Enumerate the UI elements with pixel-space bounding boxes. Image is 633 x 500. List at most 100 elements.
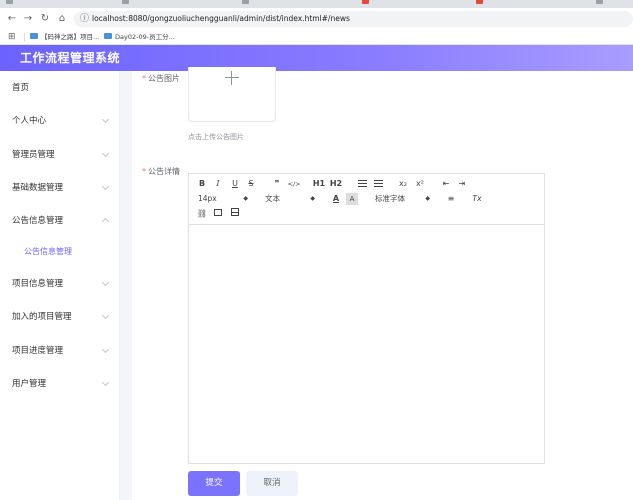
- chevron-down-icon: [101, 311, 110, 320]
- url-field[interactable]: ⓘ localhost:8080/gongzuoliuchengguanli/a…: [74, 11, 633, 27]
- plus-icon: [225, 71, 239, 85]
- sidebar-item-label: 公告信息管理: [12, 216, 64, 226]
- sidebar-item-label: 管理员管理: [12, 150, 55, 160]
- bullet-list-button[interactable]: [372, 180, 384, 192]
- image-label-text: 公告图片: [148, 74, 180, 83]
- app-header: 工作流程管理系统: [0, 45, 633, 71]
- browser-tab[interactable]: ────────: [122, 0, 166, 6]
- code-block-button[interactable]: </>: [287, 178, 301, 190]
- outdent-icon[interactable]: ⇤: [440, 178, 452, 190]
- reload-icon[interactable]: ↻: [39, 13, 51, 25]
- cancel-button[interactable]: 取消: [246, 471, 298, 496]
- italic-button[interactable]: I: [212, 178, 224, 190]
- bookmarks-bar: ⊞ 【码神之路】项目... Day02-09-员工分...: [0, 30, 633, 45]
- home-icon[interactable]: ⌂: [56, 13, 68, 25]
- sidebar-item-label: 公告信息管理: [24, 247, 72, 256]
- header-select[interactable]: 文本 ◆: [265, 193, 315, 205]
- sidebar-menu: 首页 个人中心 管理员管理 基础数据管理 公告信息管理 公告信息管理 项目信息管…: [0, 71, 120, 500]
- folder-icon: [30, 33, 38, 39]
- sidebar-item-admins[interactable]: 管理员管理: [0, 144, 120, 166]
- required-mark: *: [142, 74, 146, 83]
- superscript-button[interactable]: x²: [414, 178, 426, 190]
- video-icon: [231, 208, 239, 216]
- sidebar-item-home[interactable]: 首页: [0, 77, 120, 99]
- sidebar-item-label: 基础数据管理: [12, 183, 64, 193]
- ordered-list-icon: [357, 180, 367, 188]
- clear-format-button[interactable]: Tx: [471, 193, 483, 205]
- editor-content-area[interactable]: [189, 225, 544, 463]
- header-1-button[interactable]: H1: [312, 178, 326, 190]
- chevron-down-icon: [101, 278, 110, 287]
- browser-tab[interactable]: ────────: [362, 0, 406, 6]
- sidebar-item-label: 项目进度管理: [12, 346, 64, 356]
- link-icon[interactable]: ⛓: [196, 208, 208, 220]
- sidebar-item-joined-projects[interactable]: 加入的项目管理: [0, 306, 120, 328]
- rich-text-editor: B I U S ❞ </> H1 H2 x₂ x² ⇤ ⇥ 14px ◆ 文本 ◆ …: [188, 173, 545, 464]
- browser-tab[interactable]: ────: [596, 0, 623, 6]
- strike-button[interactable]: S: [245, 178, 257, 190]
- bullet-list-icon: [373, 180, 383, 188]
- sidebar-item-label: 加入的项目管理: [12, 312, 72, 322]
- sidebar-item-label: 个人中心: [12, 116, 47, 126]
- blockquote-button[interactable]: ❞: [271, 178, 283, 190]
- browser-address-bar: ← → ↻ ⌂ ⓘ localhost:8080/gongzuoliucheng…: [0, 8, 633, 30]
- font-family-value: 标准字体: [375, 194, 405, 203]
- sidebar-subitem-notice-manage[interactable]: 公告信息管理: [0, 241, 120, 263]
- header-select-value: 文本: [265, 194, 280, 203]
- notice-form: * 公告图片 点击上传公告图片 * 公告详情 B I U S ❞ </> H1 H2…: [132, 67, 633, 500]
- select-caret-icon: ◆: [310, 195, 315, 202]
- bold-button[interactable]: B: [196, 178, 208, 190]
- image-field-label: * 公告图片: [142, 73, 180, 85]
- upload-tip: 点击上传公告图片: [188, 133, 244, 141]
- editor-toolbar: B I U S ❞ </> H1 H2 x₂ x² ⇤ ⇥ 14px ◆ 文本 ◆ …: [189, 174, 544, 225]
- font-size-value: 14px: [198, 194, 217, 203]
- detail-field-label: * 公告详情: [142, 166, 180, 178]
- sidebar-item-profile[interactable]: 个人中心: [0, 110, 120, 132]
- video-button[interactable]: [229, 208, 241, 220]
- detail-label-text: 公告详情: [148, 167, 180, 176]
- font-color-button[interactable]: A: [330, 193, 342, 205]
- bookmark-label: Day02-09-员工分...: [115, 33, 175, 41]
- indent-icon[interactable]: ⇥: [456, 178, 468, 190]
- url-text: localhost:8080/gongzuoliuchengguanli/adm…: [92, 14, 350, 23]
- site-info-icon[interactable]: ⓘ: [80, 13, 89, 25]
- chevron-down-icon: [101, 115, 110, 124]
- back-icon[interactable]: ←: [6, 13, 18, 25]
- submit-button[interactable]: 提交: [188, 471, 240, 496]
- chevron-down-icon: [101, 149, 110, 158]
- bookmarks-divider: [24, 33, 25, 42]
- apps-grid-icon[interactable]: ⊞: [8, 32, 16, 42]
- chevron-down-icon: [101, 345, 110, 354]
- browser-tab[interactable]: ──────: [476, 0, 511, 6]
- sidebar-item-notices[interactable]: 公告信息管理: [0, 210, 120, 232]
- chevron-down-icon: [101, 182, 110, 191]
- subscript-button[interactable]: x₂: [397, 178, 409, 190]
- image-button[interactable]: [212, 208, 224, 220]
- required-mark: *: [142, 167, 146, 176]
- header-2-button[interactable]: H2: [329, 178, 343, 190]
- align-icon[interactable]: ≡: [445, 193, 457, 205]
- image-uploader[interactable]: [188, 67, 276, 122]
- bookmark-item[interactable]: 【码神之路】项目...: [30, 32, 99, 42]
- ordered-list-button[interactable]: [356, 180, 368, 192]
- font-family-select[interactable]: 标准字体 ◆: [375, 193, 430, 205]
- chevron-down-icon: [101, 378, 110, 387]
- browser-tab[interactable]: ──────: [242, 0, 277, 6]
- image-icon: [214, 209, 222, 216]
- browser-tab-strip: ──────── ──────── ────── ──────── ──────…: [0, 0, 633, 8]
- select-caret-icon: ◆: [425, 195, 430, 202]
- content-gutter: [120, 71, 132, 500]
- forward-icon[interactable]: →: [22, 13, 34, 25]
- sidebar-item-label: 项目信息管理: [12, 279, 64, 289]
- select-caret-icon: ◆: [243, 195, 248, 202]
- underline-button[interactable]: U: [229, 178, 241, 190]
- sidebar-item-progress[interactable]: 项目进度管理: [0, 340, 120, 362]
- bookmark-item[interactable]: Day02-09-员工分...: [104, 32, 175, 42]
- sidebar-item-projects[interactable]: 项目信息管理: [0, 273, 120, 295]
- browser-tab[interactable]: ────────: [6, 0, 50, 6]
- sidebar-item-base-data[interactable]: 基础数据管理: [0, 177, 120, 199]
- bookmark-label: 【码神之路】项目...: [41, 33, 100, 41]
- sidebar-item-users[interactable]: 用户管理: [0, 373, 120, 395]
- font-size-select[interactable]: 14px ◆: [198, 193, 248, 205]
- background-color-button[interactable]: A: [346, 193, 358, 205]
